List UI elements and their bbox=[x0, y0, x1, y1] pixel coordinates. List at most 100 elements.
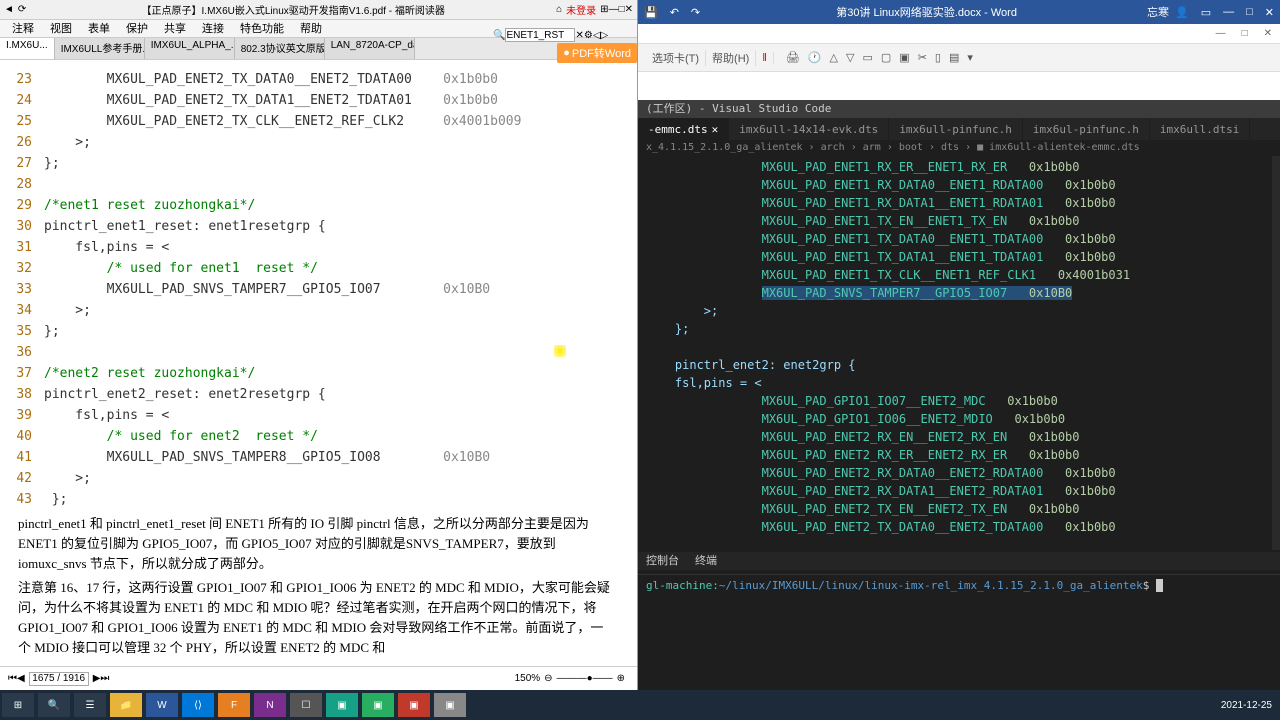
word-menu-icon[interactable]: ▭ bbox=[1195, 6, 1217, 19]
page-input[interactable] bbox=[29, 672, 89, 686]
pause-icon[interactable]: ‖ bbox=[756, 52, 774, 64]
code-close: >; bbox=[646, 302, 1272, 320]
menu-share[interactable]: 共享 bbox=[156, 20, 194, 37]
search-tb-icon[interactable]: 🔍 bbox=[38, 693, 70, 717]
tri-icon[interactable]: △ bbox=[826, 51, 842, 64]
panel-console[interactable]: 控制台 bbox=[646, 552, 679, 570]
vscode-breadcrumb[interactable]: x_4.1.15_2.1.0_ga_alientek › arch › arm … bbox=[638, 140, 1280, 156]
prev-icon[interactable]: ◁ bbox=[593, 30, 601, 41]
app5-icon[interactable]: ▣ bbox=[398, 693, 430, 717]
avatar-icon[interactable]: 👤 bbox=[1169, 6, 1195, 19]
vscode-editor[interactable]: MX6UL_PAD_ENET1_RX_ER__ENET1_RX_ER 0x1b0… bbox=[638, 156, 1280, 538]
menu-comment[interactable]: 注释 bbox=[4, 20, 42, 37]
term-sym: $ bbox=[1143, 579, 1150, 592]
vscode-window: (工作区) - Visual Studio Code -emmc.dts✕ im… bbox=[638, 100, 1280, 690]
menu-view[interactable]: 视图 bbox=[42, 20, 80, 37]
app4-icon[interactable]: ▣ bbox=[362, 693, 394, 717]
pdf-to-word-button[interactable]: PDF转Word bbox=[557, 43, 637, 63]
close-icon[interactable]: ✕ bbox=[625, 4, 633, 15]
first-page-icon[interactable]: ⏮ bbox=[8, 673, 17, 684]
zoom-slider[interactable]: ———●—— bbox=[557, 673, 613, 684]
vsc-tab-4[interactable]: imx6ull.dtsi bbox=[1150, 118, 1250, 140]
box4-icon[interactable]: ▯ bbox=[931, 51, 945, 64]
pdf-tab-3[interactable]: 802.3协议英文原版... bbox=[235, 38, 325, 59]
home-icon[interactable]: ⌂ bbox=[556, 4, 562, 15]
vscode-icon[interactable]: ⟨⟩ bbox=[182, 693, 214, 717]
save-icon[interactable]: 💾 bbox=[638, 6, 664, 19]
clock-icon[interactable]: 🕐 bbox=[804, 51, 826, 64]
vsc-code-line: MX6UL_PAD_ENET1_TX_DATA1__ENET1_TDATA01 … bbox=[646, 248, 1272, 266]
scissors-icon[interactable]: ✂ bbox=[914, 51, 931, 64]
dropdown-icon[interactable]: ▾ bbox=[963, 51, 977, 64]
next-page-icon[interactable]: ▶ bbox=[93, 673, 101, 684]
body-para-1: pinctrl_enet1 和 pinctrl_enet1_reset 间 EN… bbox=[8, 514, 619, 574]
next-icon[interactable]: ▷ bbox=[601, 30, 609, 41]
vsc-tab-3[interactable]: imx6ul-pinfunc.h bbox=[1023, 118, 1150, 140]
login-label[interactable]: 未登录 bbox=[566, 2, 596, 17]
vscode-scrollbar[interactable] bbox=[1272, 156, 1280, 550]
tri2-icon[interactable]: ▽ bbox=[842, 51, 858, 64]
code-line: 34 >; bbox=[8, 300, 619, 321]
word-maximize-icon[interactable]: □ bbox=[1240, 6, 1259, 19]
pdf-tab-0[interactable]: I.MX6U... bbox=[0, 38, 55, 59]
vsc-code-line: MX6UL_PAD_ENET1_RX_DATA0__ENET1_RDATA00 … bbox=[646, 176, 1272, 194]
pdf-title: 【正点原子】I.MX6U嵌入式Linux驱动开发指南V1.6.pdf - 福昕阅… bbox=[30, 2, 556, 17]
app2-icon[interactable]: ☐ bbox=[290, 693, 322, 717]
code-pins: fsl,pins = < bbox=[646, 374, 1272, 392]
code-line: 26 >; bbox=[8, 132, 619, 153]
app6-icon[interactable]: ▣ bbox=[434, 693, 466, 717]
undo-icon[interactable]: ↶ bbox=[664, 6, 685, 19]
pdf-tab-4[interactable]: LAN_8720A-CP_da... bbox=[325, 38, 415, 59]
tab-help[interactable]: 帮助(H) bbox=[706, 50, 756, 66]
tab-options[interactable]: 选项卡(T) bbox=[646, 50, 706, 66]
grid-icon[interactable]: ⊞ bbox=[600, 4, 608, 15]
menu-protect[interactable]: 保护 bbox=[118, 20, 156, 37]
word-icon[interactable]: W bbox=[146, 693, 178, 717]
vsc-tab-0[interactable]: -emmc.dts✕ bbox=[638, 118, 729, 140]
pdf-tab-1[interactable]: IMX6ULL参考手册.pdf bbox=[55, 38, 145, 59]
app1-icon[interactable]: F bbox=[218, 693, 250, 717]
minimize-icon[interactable]: — bbox=[609, 4, 619, 15]
back-icon[interactable]: ◄ bbox=[4, 4, 14, 15]
word-sub-close[interactable]: ✕ bbox=[1256, 28, 1280, 39]
system-tray[interactable]: 2021-12-25 bbox=[1213, 700, 1280, 711]
search-close-icon[interactable]: ✕ bbox=[575, 30, 583, 41]
word-minimize-icon[interactable]: — bbox=[1217, 6, 1240, 19]
word-sub-max[interactable]: □ bbox=[1234, 28, 1256, 39]
prev-page-icon[interactable]: ◀ bbox=[17, 673, 25, 684]
body-para-2: 注意第 16、17 行，这两行设置 GPIO1_IO07 和 GPIO1_IO0… bbox=[8, 578, 619, 658]
menu-help[interactable]: 帮助 bbox=[292, 20, 330, 37]
taskview-icon[interactable]: ☰ bbox=[74, 693, 106, 717]
refresh-icon[interactable]: ⟳ bbox=[18, 4, 26, 15]
box2-icon[interactable]: ▢ bbox=[877, 51, 895, 64]
box3-icon[interactable]: ▣ bbox=[895, 51, 913, 64]
vscode-terminal[interactable]: gl-machine:~/linux/IMX6ULL/linux/linux-i… bbox=[638, 574, 1280, 690]
gear-icon[interactable]: ⚙ bbox=[584, 30, 593, 41]
zoom-out-icon[interactable]: ⊖ bbox=[544, 673, 552, 684]
panel-terminal[interactable]: 终端 bbox=[695, 552, 717, 570]
explorer-icon[interactable]: 📁 bbox=[110, 693, 142, 717]
vsc-tab-2[interactable]: imx6ull-pinfunc.h bbox=[889, 118, 1023, 140]
box1-icon[interactable]: ▭ bbox=[858, 51, 876, 64]
print-icon[interactable]: 🖨 bbox=[782, 51, 804, 64]
zoom-in-icon[interactable]: ⊕ bbox=[617, 673, 625, 684]
last-page-icon[interactable]: ⏭ bbox=[100, 673, 109, 684]
tab-close-icon[interactable]: ✕ bbox=[712, 123, 719, 136]
vsc-tab-1[interactable]: imx6ull-14x14-evk.dts bbox=[729, 118, 889, 140]
start-button[interactable]: ⊞ bbox=[2, 693, 34, 717]
word-close-icon[interactable]: ✕ bbox=[1259, 6, 1280, 19]
code-line: 41 MX6ULL_PAD_SNVS_TAMPER8__GPIO5_IO08 0… bbox=[8, 447, 619, 468]
word-sub-min[interactable]: — bbox=[1208, 28, 1234, 39]
app3-icon[interactable]: ▣ bbox=[326, 693, 358, 717]
pdf-tab-2[interactable]: IMX6UL_ALPHA_... bbox=[145, 38, 235, 59]
code-line: 23 MX6UL_PAD_ENET2_TX_DATA0__ENET2_TDATA… bbox=[8, 69, 619, 90]
redo-icon[interactable]: ↷ bbox=[685, 6, 706, 19]
search-icon[interactable]: 🔍 bbox=[493, 30, 505, 41]
onenote-icon[interactable]: N bbox=[254, 693, 286, 717]
code-line: 24 MX6UL_PAD_ENET2_TX_DATA1__ENET2_TDATA… bbox=[8, 90, 619, 111]
menu-form[interactable]: 表单 bbox=[80, 20, 118, 37]
search-input[interactable] bbox=[505, 28, 575, 42]
menu-feature[interactable]: 特色功能 bbox=[232, 20, 292, 37]
box5-icon[interactable]: ▤ bbox=[945, 51, 963, 64]
menu-connect[interactable]: 连接 bbox=[194, 20, 232, 37]
